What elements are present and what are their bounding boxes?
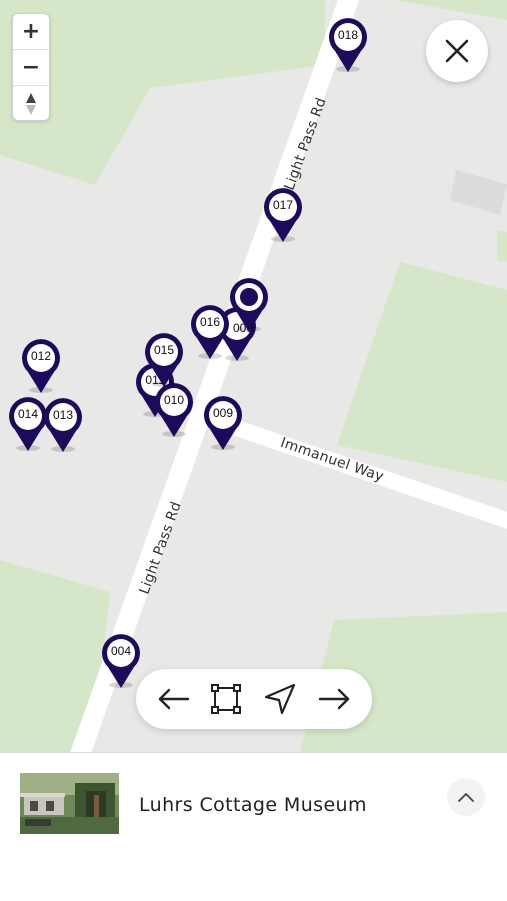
fit-bounds-button[interactable] xyxy=(208,681,244,717)
arrow-left-icon xyxy=(158,688,190,710)
marker-pin-icon xyxy=(329,18,367,72)
arrow-right-icon xyxy=(318,688,350,710)
marker-pin-icon xyxy=(191,305,229,359)
marker-pin-icon xyxy=(22,339,61,393)
marker-label: 018 xyxy=(337,28,359,42)
bottom-sheet[interactable]: Luhrs Cottage Museum xyxy=(0,752,507,901)
marker-pin-icon xyxy=(44,398,82,452)
marker-label: 010 xyxy=(163,393,185,407)
compass-button[interactable] xyxy=(13,86,49,120)
selected-marker-icon xyxy=(230,278,268,332)
chevron-up-icon xyxy=(458,793,474,802)
marker-pin-icon xyxy=(264,188,302,242)
marker-pin-icon xyxy=(145,333,183,387)
location-thumbnail[interactable] xyxy=(20,773,119,834)
marker-label: 004 xyxy=(110,644,132,658)
map-marker-013[interactable]: 013 xyxy=(43,397,83,453)
marker-label: 016 xyxy=(199,315,221,329)
marker-label: 015 xyxy=(153,343,175,357)
marker-label: 017 xyxy=(272,198,294,212)
zoom-in-button[interactable]: + xyxy=(13,14,49,50)
map-marker-012[interactable]: 012 xyxy=(21,338,61,394)
marker-pin-icon xyxy=(102,634,140,688)
map-marker-010[interactable]: 010 xyxy=(154,382,194,438)
map-marker-009[interactable]: 009 xyxy=(203,395,243,451)
map-view[interactable]: Light Pass Rd Light Pass Rd Immanuel Way… xyxy=(0,0,507,752)
museum-photo xyxy=(20,773,119,834)
close-icon xyxy=(445,39,469,63)
map-marker-014[interactable]: 014 xyxy=(8,396,48,452)
marker-pin-icon xyxy=(9,397,48,451)
marker-label: 013 xyxy=(52,408,74,422)
navigation-bar xyxy=(136,669,372,729)
frame-icon xyxy=(211,684,241,714)
zoom-out-button[interactable]: − xyxy=(13,50,49,86)
map-marker-016[interactable]: 016 xyxy=(190,304,230,360)
map-base xyxy=(0,0,507,752)
my-location-button[interactable] xyxy=(262,681,298,717)
marker-pin-icon xyxy=(204,396,242,450)
zoom-controls: + − xyxy=(12,13,50,121)
marker-label: 009 xyxy=(212,406,234,420)
location-title[interactable]: Luhrs Cottage Museum xyxy=(139,794,367,816)
marker-label: 014 xyxy=(17,407,39,421)
previous-button[interactable] xyxy=(156,681,192,717)
close-button[interactable] xyxy=(426,20,488,82)
marker-label: 012 xyxy=(30,349,52,363)
compass-icon xyxy=(26,92,36,115)
marker-pin-icon xyxy=(155,383,193,437)
map-marker-004[interactable]: 004 xyxy=(101,633,141,689)
map-marker-017[interactable]: 017 xyxy=(263,187,303,243)
map-marker-018[interactable]: 018 xyxy=(328,17,368,73)
location-arrow-icon xyxy=(264,683,296,715)
expand-sheet-button[interactable] xyxy=(447,778,485,816)
map-marker-015[interactable]: 015 xyxy=(144,332,184,388)
map-marker-selected[interactable] xyxy=(229,277,269,333)
next-button[interactable] xyxy=(316,681,352,717)
